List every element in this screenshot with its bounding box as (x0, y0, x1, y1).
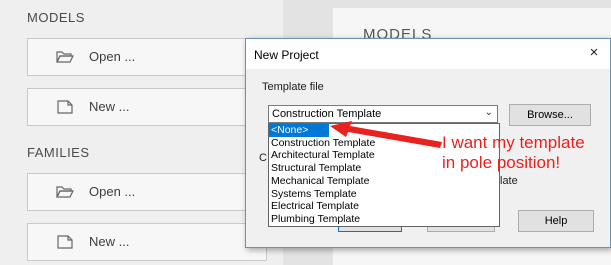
models-open-tile[interactable]: Open ... (27, 38, 267, 76)
folder-open-icon (56, 186, 74, 198)
dropdown-option[interactable]: Mechanical Template (269, 175, 499, 188)
dropdown-option[interactable]: Systems Template (269, 188, 499, 201)
help-button[interactable]: Help (518, 210, 594, 232)
families-open-tile[interactable]: Open ... (27, 173, 267, 211)
template-select-value: Construction Template (272, 108, 382, 120)
annotation-line-1: I want my template (442, 133, 585, 152)
dialog-title: New Project (254, 48, 319, 62)
template-file-label: Template file (262, 81, 324, 93)
dropdown-option[interactable]: Plumbing Template (269, 213, 499, 226)
browse-button[interactable]: Browse... (509, 104, 591, 126)
annotation-arrow (330, 121, 442, 148)
models-new-label: New ... (89, 99, 130, 114)
start-screen-left-panel: MODELS Open ... New ... FAMILIES Open ..… (0, 0, 283, 265)
models-new-tile[interactable]: New ... (27, 88, 267, 126)
families-new-tile[interactable]: New ... (27, 223, 267, 261)
models-section-label: MODELS (27, 10, 85, 25)
folder-open-icon (56, 51, 74, 63)
models-open-label: Open ... (89, 49, 136, 64)
create-new-label: C (259, 152, 267, 164)
annotation-line-2: in pole position! (442, 153, 561, 172)
project-template-radio-label[interactable]: late (500, 175, 518, 187)
annotation-text: I want my template in pole position! (442, 133, 585, 173)
families-new-label: New ... (89, 234, 130, 249)
close-icon[interactable]: × (580, 41, 608, 65)
new-file-icon (57, 100, 73, 114)
chevron-down-icon[interactable]: ⌄ (485, 107, 493, 118)
dropdown-option[interactable]: Electrical Template (269, 200, 499, 213)
new-file-icon (57, 235, 73, 249)
families-section-label: FAMILIES (27, 145, 90, 160)
families-open-label: Open ... (89, 184, 136, 199)
